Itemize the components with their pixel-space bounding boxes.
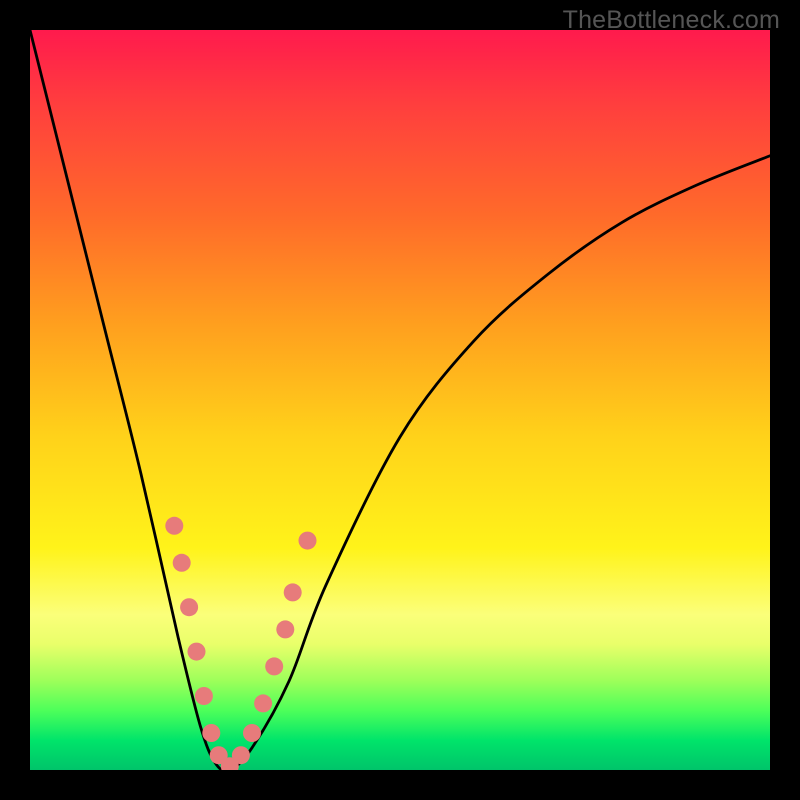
curve-marker	[195, 687, 213, 705]
bottleneck-curve	[30, 30, 770, 770]
chart-frame: TheBottleneck.com	[0, 0, 800, 800]
curve-marker	[202, 724, 220, 742]
curve-marker	[299, 532, 317, 550]
curve-marker	[254, 694, 272, 712]
curve-marker	[180, 598, 198, 616]
curve-path	[30, 30, 770, 770]
curve-svg	[30, 30, 770, 770]
curve-marker	[243, 724, 261, 742]
curve-marker	[232, 746, 250, 764]
curve-marker	[173, 554, 191, 572]
curve-marker	[276, 620, 294, 638]
curve-marker	[284, 583, 302, 601]
curve-marker	[188, 643, 206, 661]
curve-marker	[265, 657, 283, 675]
curve-markers	[165, 517, 316, 770]
curve-marker	[165, 517, 183, 535]
plot-area	[30, 30, 770, 770]
